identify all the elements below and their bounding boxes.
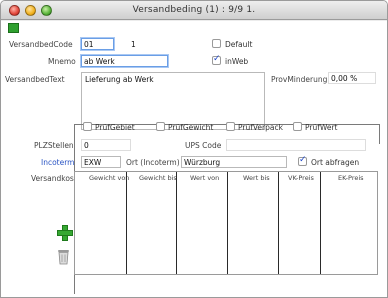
column-header[interactable]: Gewicht bis	[139, 174, 177, 182]
pruefgewicht-label: PrüfGewicht	[168, 123, 214, 132]
column-header[interactable]: Wert bis	[243, 174, 270, 182]
column-divider	[278, 172, 279, 274]
incoterm-label[interactable]: Incoterm	[41, 158, 75, 167]
column-header[interactable]: EK-Preis	[338, 174, 364, 182]
column-header[interactable]: Gewicht von	[89, 174, 129, 182]
pruefwert-label: PrüfWert	[305, 123, 338, 132]
pruefwert-checkbox[interactable]	[293, 122, 302, 131]
pruefverpack-label: PrüfVerpack	[238, 123, 283, 132]
code-label: VersandbedCode	[9, 40, 73, 49]
minderung-label: ProvMinderung	[271, 75, 328, 84]
inweb-checkbox[interactable]	[212, 54, 221, 65]
default-label: Default	[225, 40, 253, 49]
column-divider	[126, 172, 127, 274]
ort-label: Ort (Incoterm)	[126, 158, 180, 167]
pruefgebiet-checkbox[interactable]	[83, 122, 92, 131]
ups-field[interactable]	[226, 139, 366, 151]
separator-line-right	[379, 124, 380, 144]
ups-label: UPS Code	[185, 141, 222, 150]
incoterm-field[interactable]: EXW	[81, 156, 121, 168]
column-divider	[320, 172, 321, 274]
code-field[interactable]: 01	[81, 38, 114, 50]
title-bar[interactable]: Versandbeding (1) : 9/9 1.	[1, 1, 387, 20]
window-title: Versandbeding (1) : 9/9 1.	[132, 5, 256, 15]
plz-field[interactable]: 0	[81, 139, 131, 151]
ort-abfragen-checkbox[interactable]	[298, 155, 307, 166]
mnemo-label: Mnemo	[48, 57, 76, 66]
plz-label: PLZStellen	[34, 141, 74, 150]
column-header[interactable]: Wert von	[190, 174, 219, 182]
column-header[interactable]: VK-Preis	[288, 174, 314, 182]
ort-field[interactable]: Würzburg	[181, 156, 287, 168]
window: Versandbeding (1) : 9/9 1. VersandbedCod…	[0, 0, 388, 298]
column-divider	[227, 172, 228, 274]
mnemo-field[interactable]: ab Werk	[81, 55, 168, 67]
form-content: VersandbedCode 01 1 Default Mnemo ab Wer…	[1, 21, 387, 297]
pruefverpack-checkbox[interactable]	[226, 122, 235, 131]
minderung-field[interactable]: 0,00 %	[328, 72, 376, 84]
status-indicator	[8, 23, 19, 33]
pruefgewicht-checkbox[interactable]	[156, 122, 165, 131]
add-icon[interactable]	[57, 225, 73, 241]
ort-abfragen-label: Ort abfragen	[311, 158, 360, 167]
text-area[interactable]: Lieferung ab Werk	[81, 72, 265, 130]
versandkosten-table[interactable]: Gewicht von Gewicht bis Wert von Wert bi…	[74, 171, 378, 275]
trash-icon[interactable]	[57, 249, 70, 265]
inweb-label: inWeb	[225, 57, 249, 66]
code-number: 1	[131, 40, 136, 49]
column-divider	[176, 172, 177, 274]
versandkost-label: Versandkost	[31, 174, 77, 183]
pruefgebiet-label: PrüfGebiet	[95, 123, 135, 132]
text-label: VersandbedText	[5, 75, 65, 84]
default-checkbox[interactable]	[212, 39, 221, 48]
